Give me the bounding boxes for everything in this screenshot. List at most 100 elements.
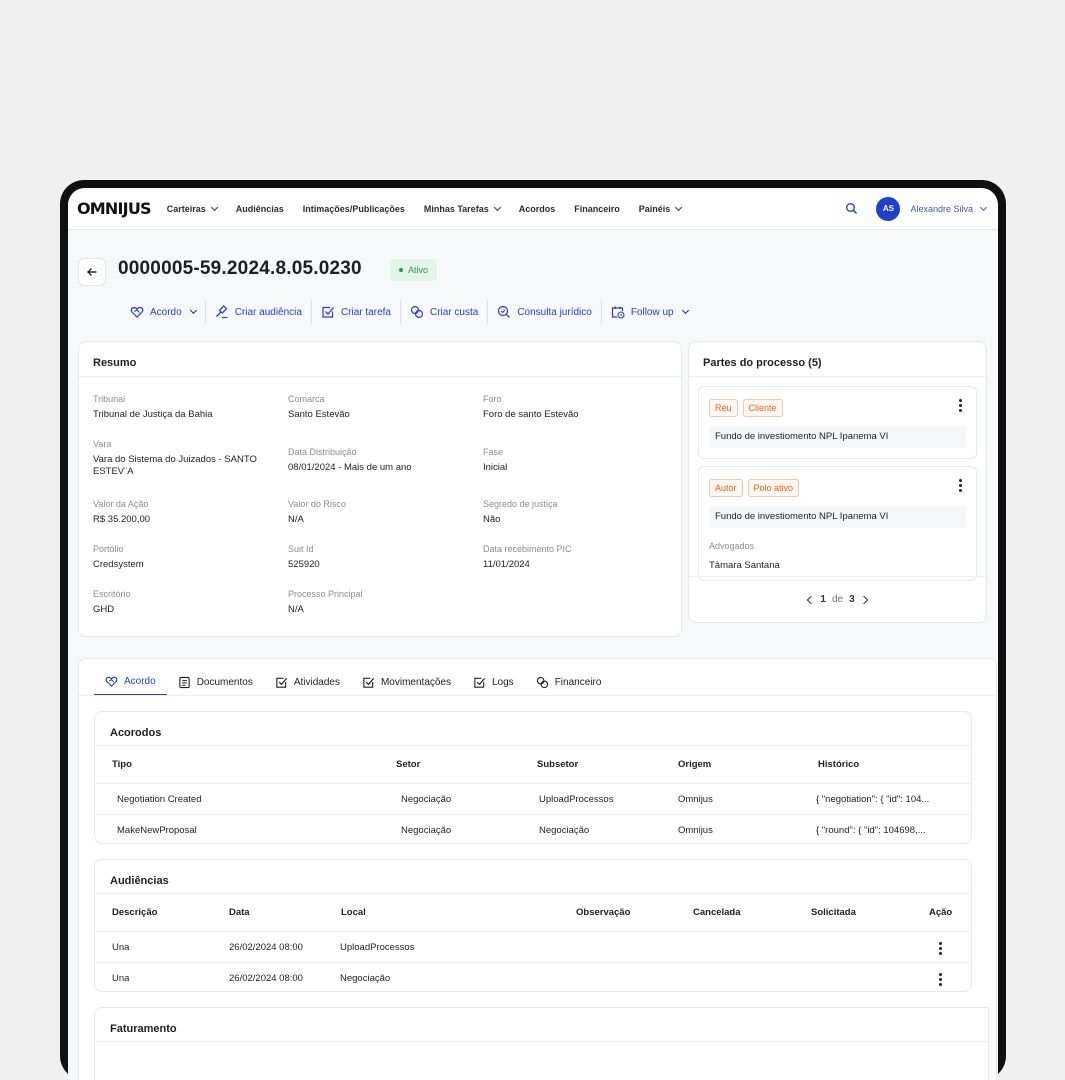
tab-logs[interactable]: Logs (462, 669, 525, 696)
field-foro: Foro Foro de santo Estevão (483, 394, 579, 420)
parte-item: Réu Cliente Fundo de investiomento NPL Ip… (698, 386, 977, 459)
document-icon (178, 676, 190, 689)
handshake-icon (130, 305, 144, 319)
page-total: 3 (849, 594, 855, 605)
table-row[interactable]: Negotiation Created Negociação UploadPro… (95, 783, 971, 814)
more-vertical-icon[interactable] (959, 399, 962, 412)
coins-icon (536, 676, 548, 689)
checkbox-icon (474, 677, 486, 688)
criar-tarefa-button[interactable]: Criar tarefa (310, 300, 400, 324)
details-tabs-card: Acordo Documentos Atividades Movimentaçõ… (78, 658, 997, 1080)
audiencias-title: Audiências (110, 875, 169, 887)
field-portfolio: Portólio Credsystem (93, 544, 144, 570)
checkbox-icon (363, 677, 375, 688)
nav-intimacoes[interactable]: Intimações/Publicações (303, 204, 405, 214)
chip-reu: Réu (709, 399, 738, 417)
acordos-header: Acorodos (95, 712, 971, 746)
chevron-down-icon (979, 203, 988, 211)
chevron-down-icon (189, 306, 197, 315)
criar-custa-button[interactable]: Criar custa (399, 300, 487, 324)
field-segredo-justica: Segredo de justiça Não (483, 499, 558, 525)
partes-title: Partes do processo (5) (703, 357, 822, 369)
calendar-clock-icon (611, 305, 625, 319)
advogados-label: Advogados (709, 541, 755, 551)
table-row[interactable]: Una 26/02/2024 08:00 Negociação (95, 962, 971, 991)
device-frame: OMNIJUS Carteiras Audiências Intimações/… (60, 180, 1006, 1080)
page-of: de (831, 594, 844, 605)
audiencias-table-header: Descrição Data Local Observação Cancelad… (95, 894, 971, 931)
faturamento-section: Faturamento (94, 1007, 989, 1080)
search-icon[interactable] (845, 202, 858, 215)
back-button[interactable] (78, 258, 106, 286)
nav-minhas-tarefas[interactable]: Minhas Tarefas (424, 203, 501, 214)
coins-icon (410, 305, 424, 319)
page-title: 0000005-59.2024.8.05.0230 (118, 258, 362, 279)
consulta-juridico-button[interactable]: Consulta jurídico (487, 300, 600, 324)
table-row[interactable]: Una 26/02/2024 08:00 UploadProcessos (95, 931, 971, 962)
table-row[interactable]: MakeNewProposal Negociação Negociação Om… (95, 814, 971, 843)
gavel-icon (215, 305, 229, 319)
criar-audiencia-button[interactable]: Criar audiência (204, 300, 311, 324)
chevron-down-icon (210, 203, 218, 211)
more-vertical-icon[interactable] (939, 973, 942, 986)
field-fase: Fase Inicial (483, 447, 508, 473)
user-menu[interactable]: Alexandre Silva (910, 203, 988, 214)
status-dot (399, 268, 403, 272)
tab-atividades[interactable]: Atividades (264, 669, 351, 696)
parte-name: Fundo de investiomento NPL Ipanema VI (709, 426, 966, 448)
field-valor-risco: Valor do Risco N/A (288, 499, 346, 525)
nav-audiencias[interactable]: Audiências (236, 204, 284, 214)
handshake-icon (105, 676, 118, 687)
pagination: 1 de 3 (689, 576, 986, 622)
follow-up-dropdown[interactable]: Follow up (600, 300, 697, 324)
acordos-section: Acorodos Tipo Setor Subsetor Origem Hist… (94, 711, 972, 844)
tab-movimentacoes[interactable]: Movimentações (351, 669, 462, 696)
chip-polo-ativo: Polo ativo (747, 479, 800, 497)
faturamento-header: Faturamento (95, 1008, 988, 1042)
page-current: 1 (820, 594, 826, 605)
status-badge: Ativo (390, 259, 438, 281)
partes-header: Partes do processo (5) (689, 342, 986, 377)
parte-item: Autor Polo ativo Fundo de investiomento N… (698, 466, 977, 581)
acordos-title: Acorodos (110, 727, 162, 739)
tab-bar: Acordo Documentos Atividades Movimentaçõ… (94, 669, 612, 696)
logo: OMNIJUS (77, 199, 152, 218)
resumo-header: Resumo (79, 342, 681, 377)
field-comarca: Comarca Santo Estevão (288, 394, 350, 420)
nav-carteiras[interactable]: Carteiras (167, 203, 218, 214)
tab-documentos[interactable]: Documentos (167, 669, 264, 696)
field-escritorio: Escritório GHD (93, 589, 131, 615)
chevron-down-icon (675, 203, 683, 211)
nav-right: AS Alexandre Silva (845, 196, 988, 221)
more-vertical-icon[interactable] (959, 479, 962, 492)
acordos-table-header: Tipo Setor Subsetor Origem Histórico (95, 746, 971, 783)
field-data-distribuicao: Data Distribuição 08/01/2024 - Mais de um… (288, 447, 412, 473)
resumo-card: Resumo Tribunal Tribunal de Justiça da Ba… (78, 341, 682, 637)
advogado-name: Tâmara Santana (709, 560, 780, 571)
faturamento-title: Faturamento (110, 1023, 177, 1035)
resumo-title: Resumo (93, 357, 137, 369)
app-screen: OMNIJUS Carteiras Audiências Intimações/… (68, 188, 998, 1080)
nav-financeiro[interactable]: Financeiro (574, 204, 620, 214)
search-check-icon (497, 305, 511, 319)
audiencias-section: Audiências Descrição Data Local Observaç… (94, 859, 972, 992)
audiencias-header: Audiências (95, 860, 971, 894)
nav-paineis[interactable]: Painéis (639, 203, 683, 214)
top-navigation: OMNIJUS Carteiras Audiências Intimações/… (68, 188, 998, 230)
action-bar: Acordo Criar audiência Criar tarefa Cria… (120, 298, 697, 326)
tab-financeiro[interactable]: Financeiro (525, 669, 613, 696)
chip-cliente: Cliente (742, 399, 783, 417)
chevron-left-icon[interactable] (807, 595, 816, 604)
partes-card: Partes do processo (5) Réu Cliente Fundo … (688, 341, 987, 623)
avatar[interactable]: AS (876, 196, 901, 221)
acordo-dropdown[interactable]: Acordo (120, 300, 205, 324)
tab-acordo[interactable]: Acordo (94, 669, 167, 696)
checkbox-icon (321, 305, 335, 319)
chevron-down-icon (493, 203, 501, 211)
arrow-left-icon (87, 268, 97, 276)
checkbox-icon (276, 677, 287, 688)
more-vertical-icon[interactable] (939, 942, 942, 955)
chevron-right-icon[interactable] (859, 595, 868, 604)
field-data-recebimento-pic: Data recebimento PIC 11/01/2024 (483, 544, 572, 570)
nav-acordos[interactable]: Acordos (519, 204, 556, 214)
